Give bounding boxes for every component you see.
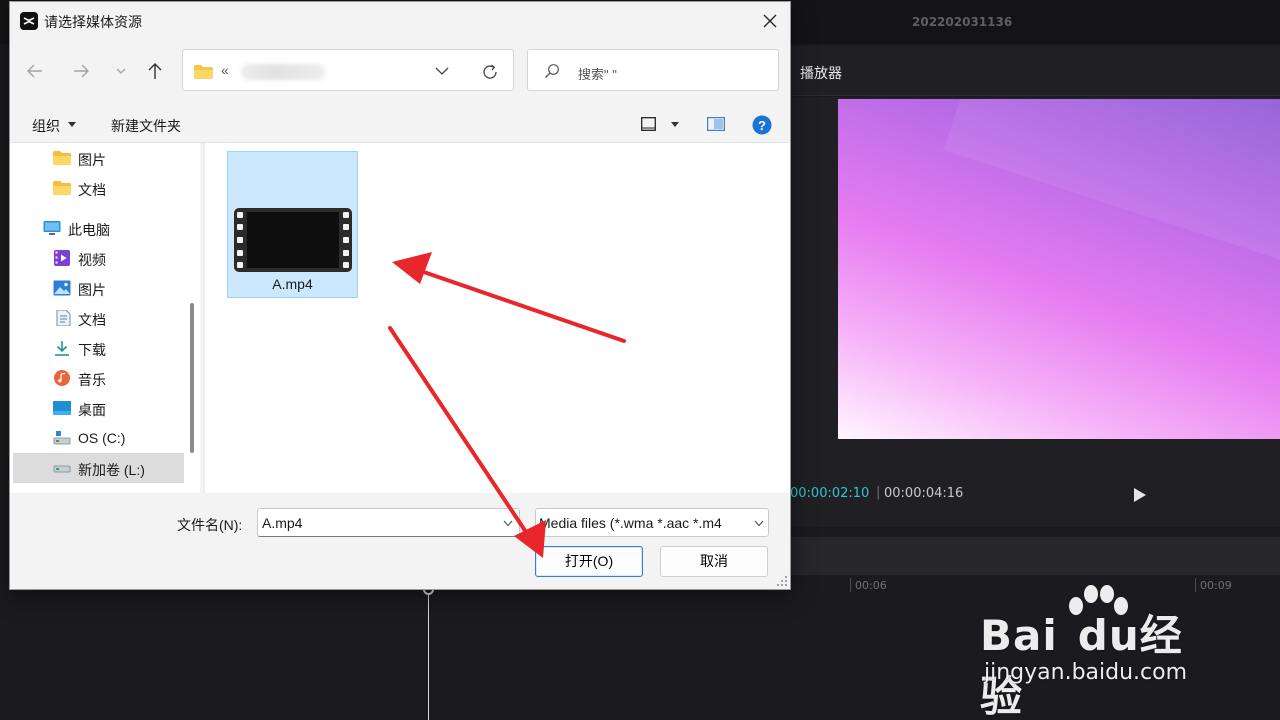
up-arrow-icon[interactable] — [144, 60, 166, 82]
nav-item-label: 音乐 — [78, 372, 106, 388]
recent-locations-chevron-icon[interactable] — [110, 60, 132, 82]
download-icon — [55, 341, 69, 356]
computer-icon — [43, 221, 61, 235]
caret-down-icon[interactable] — [671, 122, 679, 127]
nav-scrollbar[interactable] — [190, 303, 194, 453]
filename-value: A.mp4 — [262, 515, 303, 531]
watermark-url: jingyan.baidu.com — [984, 660, 1188, 685]
play-icon[interactable] — [1133, 487, 1147, 503]
player-header: 播放器 — [790, 46, 1280, 96]
chevron-down-icon[interactable] — [754, 520, 764, 527]
video-file-icon — [234, 208, 352, 272]
drive-icon — [53, 431, 71, 445]
player-time-total: 00:00:04:16 — [884, 486, 964, 501]
chevron-down-icon[interactable] — [503, 520, 513, 527]
pictures-icon — [53, 280, 71, 296]
ruler-tick — [850, 578, 851, 592]
playhead-line[interactable] — [428, 590, 429, 720]
nav-item-label: 桌面 — [78, 402, 106, 418]
address-path-blurred — [241, 64, 325, 80]
command-bar: 组织 新建文件夹 ? — [10, 105, 790, 143]
baidu-jingyan-watermark: Bai du经验 jingyan.baidu.com — [980, 582, 1220, 720]
video-library-icon — [54, 250, 70, 266]
organize-menu[interactable]: 组织 — [32, 116, 60, 136]
resize-grip-icon[interactable] — [776, 575, 788, 587]
dialog-title: 请选择媒体资源 — [44, 14, 142, 30]
nav-item-videos[interactable]: 视频 — [13, 243, 184, 273]
cancel-button[interactable]: 取消 — [660, 546, 768, 577]
file-name: A.mp4 — [272, 276, 313, 292]
folder-icon — [53, 151, 71, 165]
nav-item-pictures-library[interactable]: 图片 — [13, 273, 184, 303]
open-file-dialog: 请选择媒体资源 « 搜索" " 组织 新建文件夹 ? 图片 文档 此电脑 视频 … — [9, 1, 791, 590]
nav-item-drive-l[interactable]: 新加卷 (L:) — [13, 453, 184, 483]
drive-icon — [53, 465, 71, 473]
nav-item-label: 图片 — [78, 282, 106, 298]
search-placeholder: 搜索" " — [578, 67, 617, 82]
search-input[interactable]: 搜索" " — [527, 49, 779, 91]
nav-item-label: 此电脑 — [68, 222, 110, 238]
svg-text:?: ? — [758, 118, 766, 133]
dialog-titlebar[interactable]: 请选择媒体资源 — [10, 2, 790, 38]
help-icon[interactable]: ? — [752, 115, 772, 135]
project-title: 202202031136 — [912, 15, 1013, 29]
nav-item-desktop[interactable]: 桌面 — [13, 393, 184, 423]
search-icon — [545, 64, 559, 78]
timeline-toolbar — [790, 537, 1280, 575]
address-overflow-chevron[interactable]: « — [221, 62, 229, 78]
nav-item-label: 图片 — [78, 152, 106, 168]
filename-label: 文件名(N): — [177, 517, 243, 533]
folder-icon — [53, 181, 71, 195]
filetype-value: Media files (*.wma *.aac *.m4 — [539, 515, 722, 531]
player-time-current: 00:00:02:10 — [790, 486, 870, 501]
nav-item-documents-library[interactable]: 文档 — [13, 303, 184, 333]
nav-item-music[interactable]: 音乐 — [13, 363, 184, 393]
nav-item-downloads[interactable]: 下载 — [13, 333, 184, 363]
new-folder-button[interactable]: 新建文件夹 — [111, 116, 181, 136]
navigation-pane[interactable]: 图片 文档 此电脑 视频 图片 文档 下载 音乐 桌面 OS (C:) 新加卷 … — [10, 143, 200, 493]
file-item-selected[interactable]: A.mp4 — [227, 151, 358, 298]
preview-glare — [943, 99, 1280, 280]
documents-icon — [56, 310, 71, 326]
filetype-select[interactable]: Media files (*.wma *.aac *.m4 — [535, 508, 769, 537]
nav-item-label: 文档 — [78, 182, 106, 198]
player-label: 播放器 — [800, 66, 842, 82]
nav-item-label: 文档 — [78, 312, 106, 328]
music-icon — [54, 370, 70, 386]
ruler-label: 00:06 — [855, 579, 887, 592]
chevron-down-icon[interactable] — [435, 65, 449, 77]
preview-pane-icon[interactable] — [707, 117, 725, 131]
desktop-icon — [53, 401, 71, 415]
close-icon[interactable] — [760, 11, 780, 31]
capcut-logo-icon — [20, 12, 38, 30]
view-mode-icon[interactable] — [641, 117, 656, 131]
folder-icon — [194, 65, 213, 79]
player-area: 00:00:02:10 | 00:00:04:16 — [790, 97, 1280, 527]
dialog-footer: 文件名(N): A.mp4 Media files (*.wma *.aac *… — [10, 493, 790, 589]
back-arrow-icon[interactable] — [24, 60, 46, 82]
file-list[interactable]: A.mp4 — [205, 143, 790, 493]
player-time-separator: | — [876, 485, 881, 500]
nav-item-label: 下载 — [78, 342, 106, 358]
filename-input[interactable]: A.mp4 — [257, 508, 520, 537]
player-preview — [838, 99, 1280, 439]
caret-down-icon[interactable] — [68, 122, 76, 127]
nav-item-documents[interactable]: 文档 — [13, 173, 184, 203]
nav-item-label: 视频 — [78, 252, 106, 268]
nav-item-pictures[interactable]: 图片 — [13, 143, 184, 173]
address-bar[interactable]: « — [182, 49, 514, 91]
forward-arrow-icon[interactable] — [70, 60, 92, 82]
refresh-icon[interactable] — [481, 63, 499, 81]
open-button[interactable]: 打开(O) — [535, 546, 643, 577]
nav-item-drive-c[interactable]: OS (C:) — [13, 423, 184, 453]
nav-item-this-pc[interactable]: 此电脑 — [13, 213, 184, 243]
nav-item-label: 新加卷 (L:) — [78, 462, 145, 478]
nav-item-label: OS (C:) — [78, 430, 126, 446]
